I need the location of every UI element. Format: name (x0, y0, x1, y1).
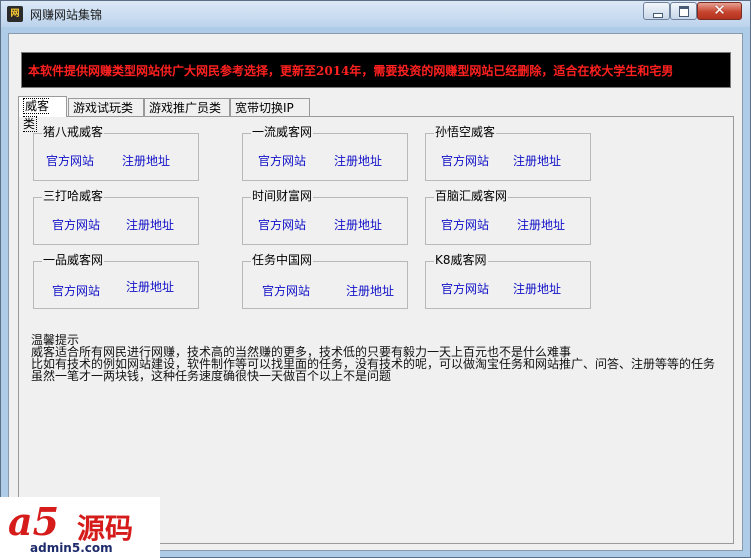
scrolling-banner: 本软件提供网赚类型网站供广大网民参考选择，更新至2014年，需要投资的网赚型网站… (21, 52, 731, 88)
window-title: 网赚网站集锦 (30, 8, 103, 22)
minimize-icon (653, 13, 663, 18)
register-link[interactable]: 注册地址 (126, 218, 174, 233)
tips-line: 虽然一笔才一两块钱，这种任务速度确很快一天做百个以上不是问题 (31, 369, 392, 383)
official-site-link[interactable]: 官方网站 (441, 282, 489, 297)
register-link[interactable]: 注册地址 (513, 282, 561, 297)
official-site-link[interactable]: 官方网站 (52, 218, 100, 233)
site-name: 一流威客网 (251, 125, 314, 140)
client-area: 本软件提供网赚类型网站供广大网民参考选择，更新至2014年，需要投资的网赚型网站… (8, 33, 743, 551)
site-name: 一品威客网 (42, 253, 105, 268)
watermark-a5: a5 (8, 499, 60, 544)
register-link[interactable]: 注册地址 (334, 218, 382, 233)
minimize-button[interactable] (643, 2, 670, 20)
site-name: 任务中国网 (251, 253, 314, 268)
site-name: 孙悟空威客 (434, 125, 497, 140)
register-link[interactable]: 注册地址 (126, 280, 174, 295)
official-site-link[interactable]: 官方网站 (441, 218, 489, 233)
close-icon: ✕ (713, 1, 726, 19)
official-site-link[interactable]: 官方网站 (258, 154, 306, 169)
register-link[interactable]: 注册地址 (513, 154, 561, 169)
site-name: 百脑汇威客网 (434, 189, 509, 204)
tab-label: 游戏试玩类 (73, 101, 134, 115)
official-site-link[interactable]: 官方网站 (262, 284, 310, 299)
site-group-yiliu: 一流威客网 官方网站 注册地址 (242, 125, 408, 181)
site-group-sandaha: 三打哈威客 官方网站 注册地址 (33, 189, 199, 245)
tab-broadband-ip[interactable]: 宽带切换IP (230, 98, 310, 116)
site-name: K8威客网 (434, 253, 488, 268)
tab-weike[interactable]: 威客类 (18, 96, 67, 132)
site-group-k8: K8威客网 官方网站 注册地址 (425, 253, 591, 309)
tab-panel: 猪八戒威客 官方网站 注册地址 一流威客网 官方网站 注册地址 孙悟空威客 官方… (18, 116, 734, 544)
site-name: 时间财富网 (251, 189, 314, 204)
site-group-shijiancaifu: 时间财富网 官方网站 注册地址 (242, 189, 408, 245)
site-name: 猪八戒威客 (42, 125, 105, 140)
app-window: 网 网赚网站集锦 ✕ 本软件提供网赚类型网站供广大网民参考选择，更新至2014年… (0, 0, 751, 558)
tab-game-promoter[interactable]: 游戏推广员类 (144, 98, 230, 116)
official-site-link[interactable]: 官方网站 (46, 154, 94, 169)
tab-game-trial[interactable]: 游戏试玩类 (68, 98, 144, 116)
register-link[interactable]: 注册地址 (334, 154, 382, 169)
app-icon: 网 (7, 6, 23, 22)
banner-text: 本软件提供网赚类型网站供广大网民参考选择，更新至2014年，需要投资的网赚型网站… (28, 64, 674, 78)
site-name: 三打哈威客 (42, 189, 105, 204)
title-bar[interactable]: 网 网赚网站集锦 ✕ (1, 1, 750, 27)
tab-label: 宽带切换IP (235, 101, 294, 115)
close-button[interactable]: ✕ (697, 1, 742, 20)
watermark-url: admin5.com (30, 541, 113, 555)
site-group-bainaohui: 百脑汇威客网 官方网站 注册地址 (425, 189, 591, 245)
official-site-link[interactable]: 官方网站 (52, 284, 100, 299)
register-link[interactable]: 注册地址 (122, 154, 170, 169)
official-site-link[interactable]: 官方网站 (441, 154, 489, 169)
watermark-logo: a5 源码 admin5.com (0, 497, 160, 558)
site-group-sunwukong: 孙悟空威客 官方网站 注册地址 (425, 125, 591, 181)
site-group-yipin: 一品威客网 官方网站 注册地址 (33, 253, 199, 309)
register-link[interactable]: 注册地址 (346, 284, 394, 299)
tips-text: 温馨提示 威客适合所有网民进行网赚，技术高的当然赚的更多，技术低的只要有毅力一天… (31, 334, 721, 382)
site-group-renwuzhongguo: 任务中国网 官方网站 注册地址 (242, 253, 408, 309)
official-site-link[interactable]: 官方网站 (258, 218, 306, 233)
register-link[interactable]: 注册地址 (517, 218, 565, 233)
site-group-zhubajie: 猪八戒威客 官方网站 注册地址 (33, 125, 199, 181)
maximize-button[interactable] (670, 2, 697, 20)
tab-strip: 威客类 游戏试玩类 游戏推广员类 宽带切换IP (18, 96, 738, 132)
maximize-icon (679, 6, 689, 17)
tab-label: 游戏推广员类 (149, 101, 222, 115)
